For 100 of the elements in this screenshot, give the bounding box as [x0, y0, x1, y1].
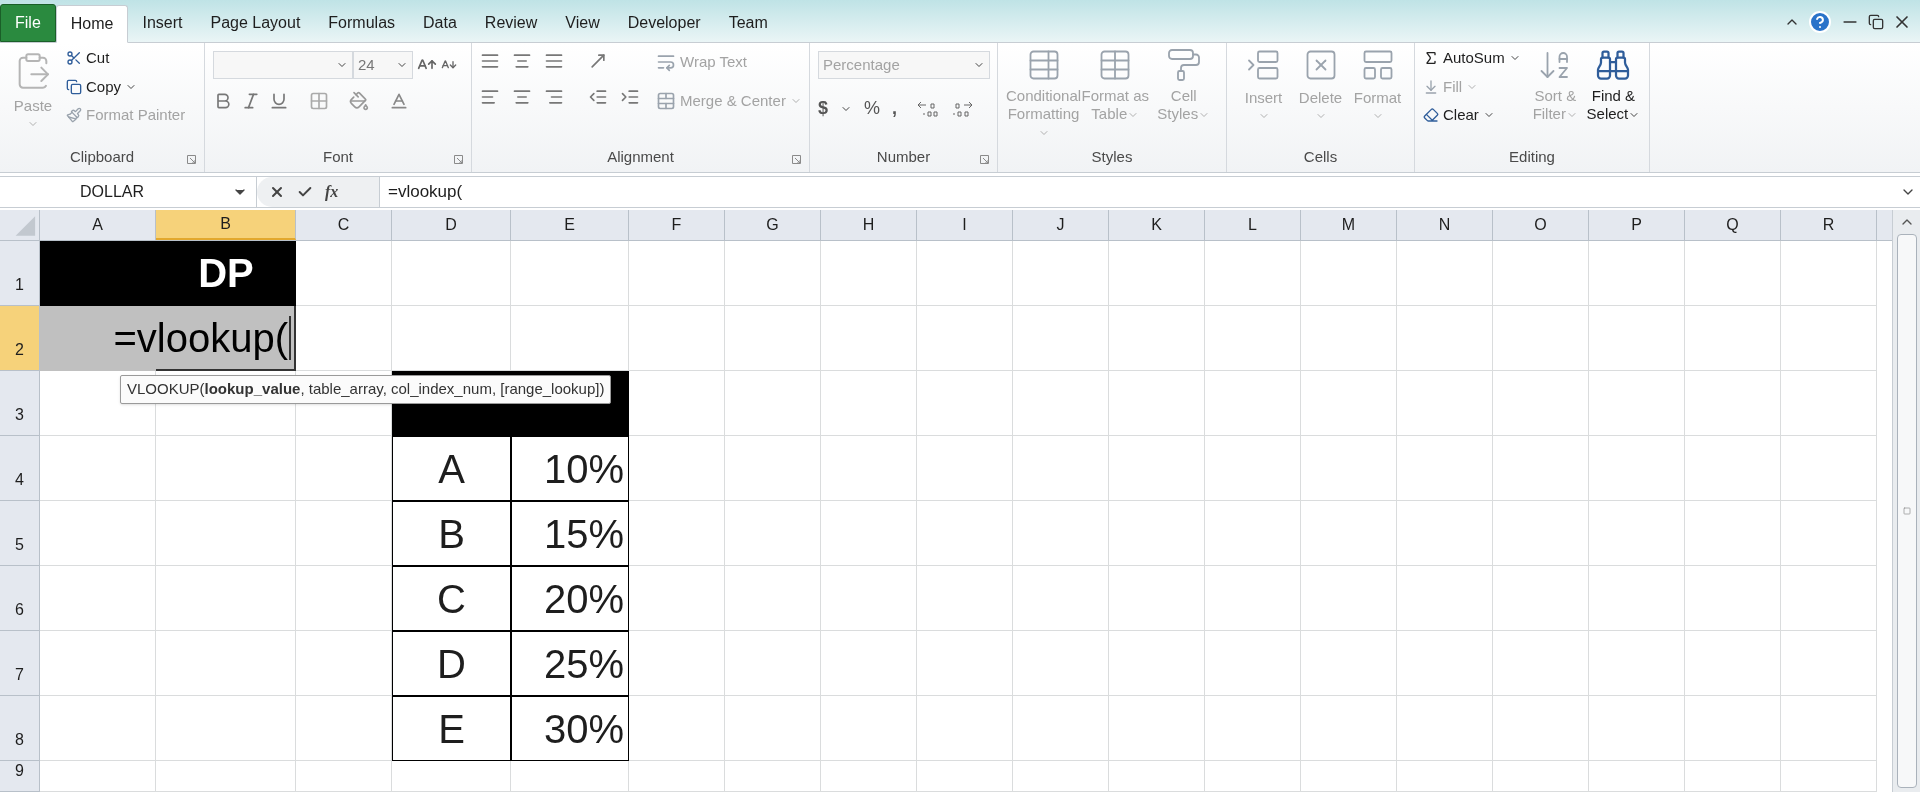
column-header[interactable]: B	[156, 210, 296, 240]
eraser-icon	[1423, 107, 1439, 124]
row-header[interactable]: 5	[0, 501, 40, 566]
table-cell: A	[392, 436, 511, 501]
ribbon-tab[interactable]: Formulas	[314, 4, 410, 42]
wrap-text-icon	[656, 52, 676, 73]
group-label: Clipboard	[69, 146, 135, 167]
comma-button[interactable]: ,	[892, 95, 898, 122]
ribbon-tab[interactable]: Page Layout	[196, 4, 315, 42]
column-header[interactable]: O	[1493, 210, 1589, 240]
dialog-launcher-icon[interactable]	[454, 155, 463, 164]
scroll-thumb[interactable]	[1896, 234, 1917, 788]
cell-text: =vlookup(	[113, 318, 288, 358]
currency-button[interactable]: $	[818, 95, 828, 122]
column-header[interactable]: N	[1397, 210, 1493, 240]
copy-icon	[66, 78, 82, 95]
italic-icon[interactable]	[241, 91, 261, 111]
column-header[interactable]: D	[392, 210, 511, 240]
formula-field[interactable]: =vlookup(	[380, 177, 1900, 207]
row-header[interactable]: 4	[0, 436, 40, 501]
ribbon-tab[interactable]: Home	[55, 5, 129, 43]
scissors-icon	[66, 50, 82, 67]
table-cell: C	[392, 566, 511, 631]
dialog-launcher-icon[interactable]	[980, 155, 989, 164]
help-icon[interactable]	[1808, 10, 1832, 34]
copy-button[interactable]: Copy	[66, 75, 186, 98]
text-cursor	[289, 316, 291, 360]
merge-icon	[656, 90, 676, 111]
column-header[interactable]: I	[917, 210, 1013, 240]
ribbon-tab[interactable]: Data	[409, 4, 471, 42]
group-label: Styles	[1091, 146, 1133, 167]
table-cell: D	[392, 631, 511, 696]
row-header[interactable]: 6	[0, 566, 40, 631]
bottom-align-icon[interactable]	[544, 51, 564, 71]
row-header[interactable]: 2	[0, 306, 40, 371]
group-label: Number	[876, 146, 931, 167]
clear-button[interactable]: Clear	[1423, 104, 1521, 127]
dialog-launcher-icon[interactable]	[187, 155, 196, 164]
decrease-decimal-icon[interactable]	[951, 99, 974, 118]
grip-icon	[1902, 507, 1911, 515]
column-header[interactable]: M	[1301, 210, 1397, 240]
increase-decimal-icon[interactable]	[917, 99, 940, 118]
table-cell: 20%	[511, 566, 629, 631]
table-cell: E	[392, 696, 511, 761]
top-align-icon[interactable]	[480, 51, 500, 71]
ribbon-tab[interactable]: View	[551, 4, 614, 42]
borders-icon[interactable]	[309, 91, 329, 111]
align-left-icon[interactable]	[480, 87, 500, 107]
cut-button[interactable]: Cut	[66, 47, 186, 70]
row-header[interactable]: 9	[0, 761, 40, 792]
underline-icon[interactable]	[269, 91, 289, 111]
group-label: Cells	[1303, 146, 1338, 167]
font-size-dropdown[interactable]: 24	[353, 51, 413, 79]
group-label: Alignment	[607, 146, 674, 167]
ribbon-tab[interactable]: Team	[714, 4, 782, 42]
column-header[interactable]: L	[1205, 210, 1301, 240]
column-header[interactable]: K	[1109, 210, 1205, 240]
column-header[interactable]: G	[725, 210, 821, 240]
dialog-launcher-icon[interactable]	[792, 155, 801, 164]
row-header[interactable]: 3	[0, 371, 40, 436]
table-cell: 25%	[511, 631, 629, 696]
middle-align-icon[interactable]	[512, 51, 532, 71]
autosum-button[interactable]: AutoSum	[1423, 47, 1521, 70]
insert-function-button[interactable]: fx	[325, 180, 339, 204]
column-header[interactable]: H	[821, 210, 917, 240]
table-cell: 15%	[511, 501, 629, 566]
table-cell: 30%	[511, 696, 629, 761]
ribbon-tab[interactable]: Insert	[128, 4, 197, 42]
restore-icon[interactable]	[1868, 14, 1884, 30]
column-header[interactable]: Q	[1685, 210, 1781, 240]
increase-indent-icon[interactable]	[620, 87, 640, 107]
decrease-indent-icon[interactable]	[588, 87, 608, 107]
percent-button[interactable]: %	[864, 95, 881, 122]
row-header[interactable]: 8	[0, 696, 40, 761]
paint-bucket-icon[interactable]	[349, 91, 369, 111]
orientation-icon[interactable]	[588, 51, 608, 71]
align-center-icon[interactable]	[512, 87, 532, 107]
find-select-button[interactable]: Find & Select	[1585, 47, 1641, 146]
brush-icon	[66, 107, 82, 124]
ribbon-tab[interactable]: Developer	[613, 4, 715, 42]
ribbon-tab[interactable]: Review	[470, 4, 552, 42]
vertical-scrollbar[interactable]	[1892, 210, 1920, 792]
fill-down-icon	[1423, 78, 1439, 95]
table-cell: B	[392, 501, 511, 566]
name-box[interactable]: DOLLAR	[0, 177, 257, 207]
column-header[interactable]: J	[1013, 210, 1109, 240]
function-tooltip: VLOOKUP(lookup_value, table_array, col_index_num, [range_lookup])	[120, 375, 612, 404]
column-header[interactable]: E	[511, 210, 629, 240]
column-header[interactable]: F	[629, 210, 725, 240]
cancel-icon[interactable]	[269, 184, 285, 200]
align-right-icon[interactable]	[544, 87, 564, 107]
column-header[interactable]: R	[1781, 210, 1877, 240]
row-header[interactable]: 7	[0, 631, 40, 696]
column-header[interactable]: P	[1589, 210, 1685, 240]
table-cell: 10%	[511, 436, 629, 501]
table-cell: DP	[156, 241, 296, 306]
row-header[interactable]: 1	[0, 241, 40, 306]
column-header[interactable]: C	[296, 210, 392, 240]
font-color-icon[interactable]	[389, 91, 409, 111]
ribbon-tab[interactable]: File	[0, 4, 56, 42]
